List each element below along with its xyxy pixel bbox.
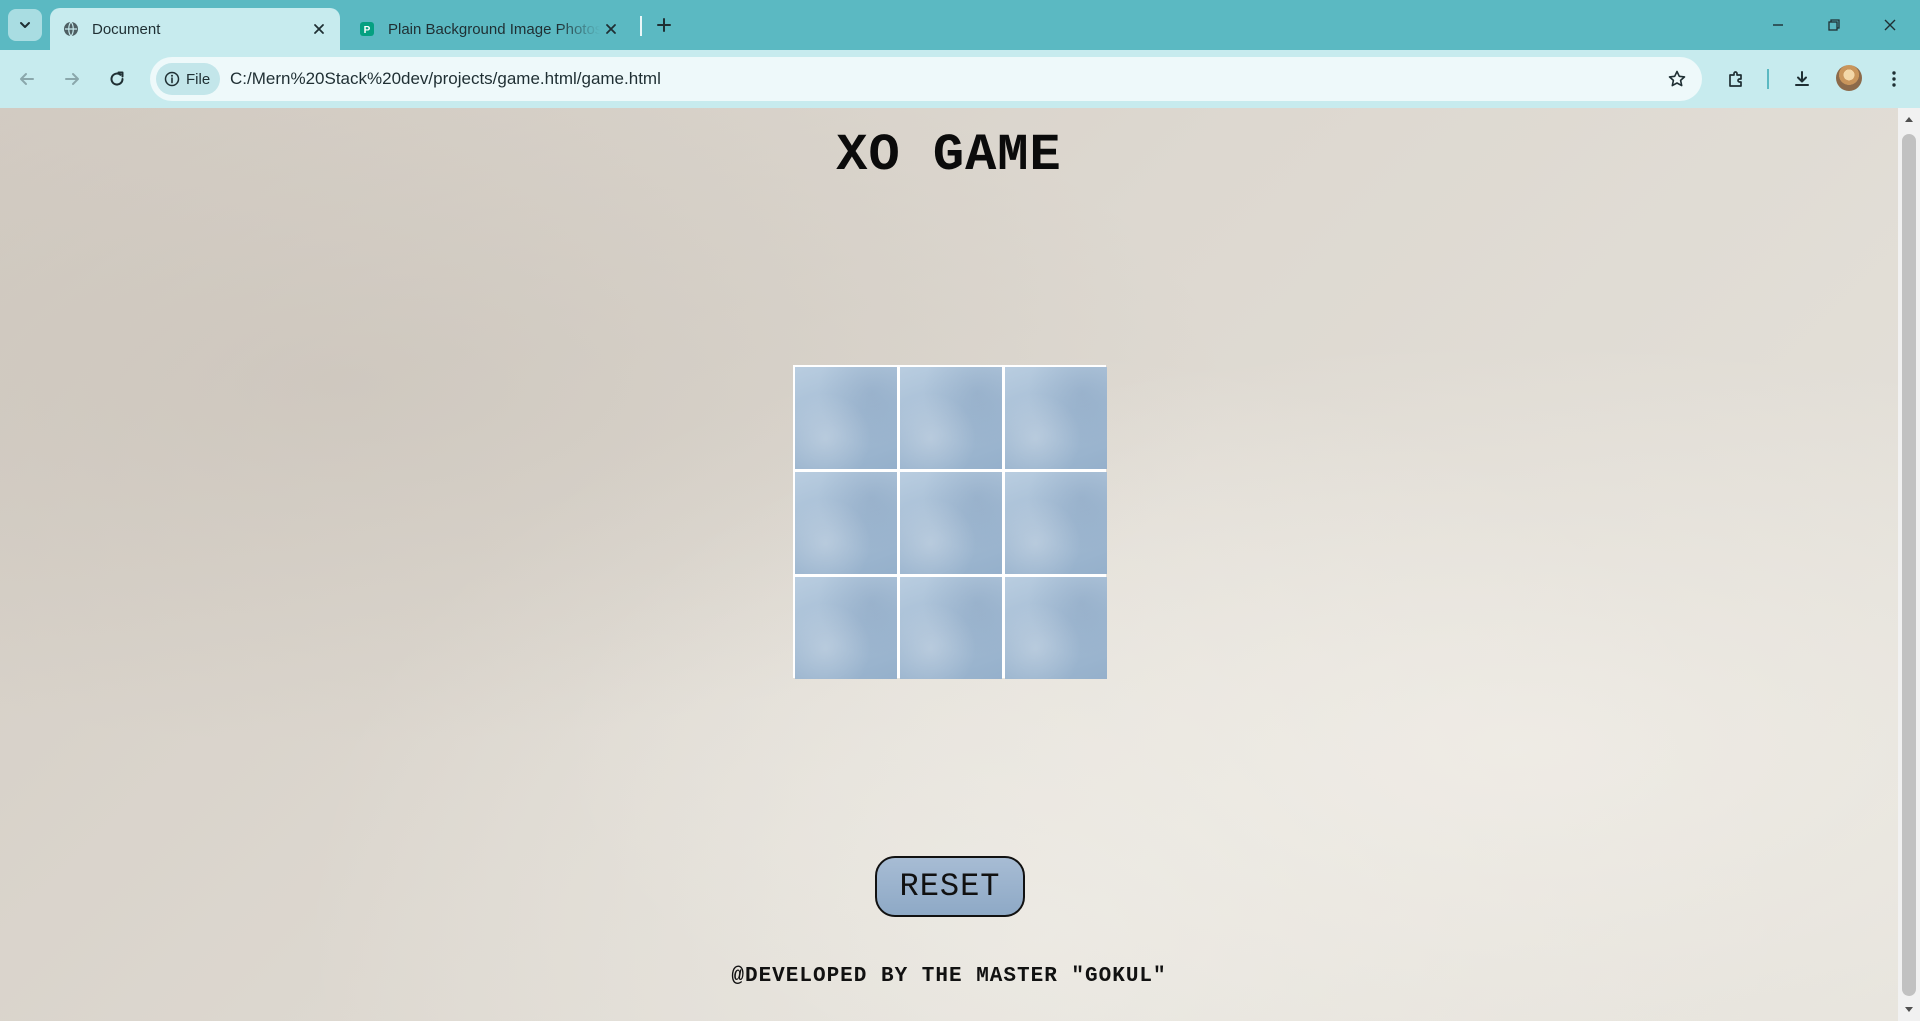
tab-search-button[interactable] [8, 9, 42, 41]
board-cell[interactable] [1005, 472, 1107, 574]
board-cell[interactable] [900, 472, 1002, 574]
site-info-chip[interactable]: File [156, 63, 221, 95]
browser-toolbar: File C:/Mern%20Stack%20dev/projects/game… [0, 50, 1920, 108]
arrow-right-icon [65, 73, 79, 85]
address-bar[interactable]: File C:/Mern%20Stack%20dev/projects/game… [150, 57, 1702, 101]
scrollbar-thumb[interactable] [1902, 134, 1916, 996]
minimize-icon [1773, 24, 1783, 26]
page-title: XO GAME [836, 126, 1062, 185]
downloads-button[interactable] [1786, 63, 1818, 95]
pexels-icon: P [358, 20, 376, 38]
board-cell[interactable] [1005, 577, 1107, 679]
tab-title: Document [92, 20, 161, 38]
reset-button[interactable]: RESET [875, 856, 1025, 917]
board-cell[interactable] [795, 577, 897, 679]
arrow-left-icon [20, 73, 34, 85]
tab-divider [640, 16, 642, 36]
url-text[interactable]: C:/Mern%20Stack%20dev/projects/game.html… [230, 69, 661, 89]
scroll-up-arrow-icon[interactable] [1903, 114, 1915, 124]
back-button[interactable] [11, 63, 43, 95]
tab-title: Plain Background Image Photos [388, 20, 600, 38]
game-board [793, 365, 1107, 679]
site-info-label: File [186, 70, 211, 88]
developer-credit: @DEVELOPED BY THE MASTER "GOKUL" [731, 965, 1167, 988]
toolbar-divider [1767, 69, 1769, 89]
close-tab-icon[interactable] [600, 18, 622, 40]
scroll-down-arrow-icon[interactable] [1903, 1005, 1915, 1015]
reload-icon [110, 71, 124, 86]
minimize-button[interactable] [1750, 6, 1806, 44]
board-cell[interactable] [900, 367, 1002, 469]
extensions-button[interactable] [1720, 63, 1752, 95]
chevron-down-icon [20, 22, 30, 28]
board-cell[interactable] [795, 472, 897, 574]
page-viewport: XO GAME RESET @DEVELOPED BY THE MASTER "… [0, 108, 1898, 1021]
tab-document[interactable]: Document [50, 8, 340, 50]
board-cell[interactable] [795, 367, 897, 469]
profile-avatar[interactable] [1836, 65, 1862, 91]
new-tab-button[interactable] [650, 11, 678, 39]
bookmark-button[interactable] [1662, 64, 1692, 94]
star-icon [1668, 70, 1686, 87]
page-scrollbar[interactable] [1898, 108, 1920, 1021]
close-tab-icon[interactable] [308, 18, 330, 40]
restore-button[interactable] [1806, 6, 1862, 44]
download-icon [1795, 71, 1809, 86]
board-cell[interactable] [1005, 367, 1107, 469]
close-icon [1884, 19, 1896, 31]
reload-button[interactable] [101, 63, 133, 95]
forward-button[interactable] [56, 63, 88, 95]
menu-button[interactable] [1878, 63, 1910, 95]
tab-strip: Document P Plain Background Image Photos [0, 0, 1920, 50]
board-cell[interactable] [900, 577, 1002, 679]
svg-text:P: P [364, 25, 371, 36]
tab-background-photos[interactable]: P Plain Background Image Photos [346, 8, 632, 50]
restore-icon [1828, 19, 1840, 31]
close-window-button[interactable] [1862, 6, 1918, 44]
plus-icon [657, 18, 671, 32]
globe-icon [62, 20, 80, 38]
more-vert-icon [1892, 71, 1896, 87]
info-icon [164, 71, 180, 87]
puzzle-icon [1729, 71, 1742, 87]
